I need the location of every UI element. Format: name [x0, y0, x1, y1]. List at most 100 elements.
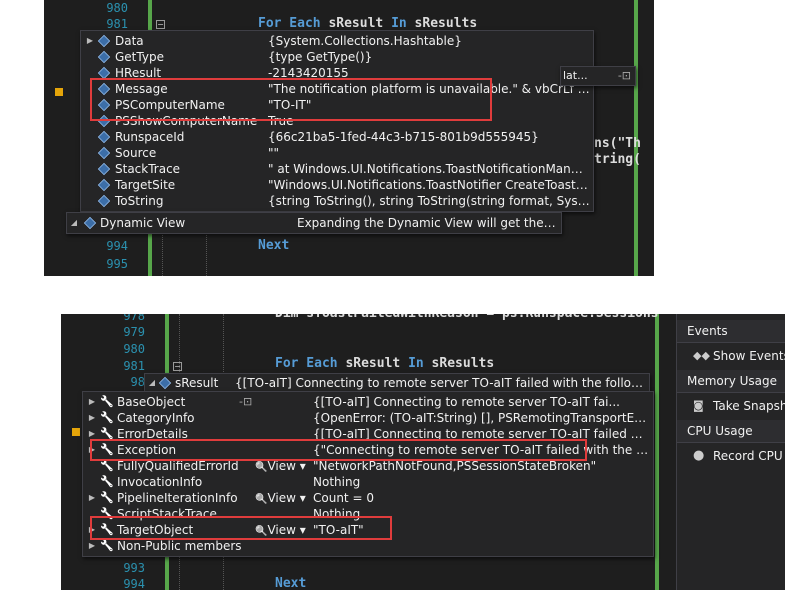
line-number: 980: [106, 1, 128, 15]
magnifier-icon: 🔍: [255, 462, 268, 473]
member-name: GetType: [115, 50, 164, 64]
member-value: Nothing: [313, 475, 361, 489]
expand-arrow-icon[interactable]: ◢: [69, 215, 79, 231]
dynamic-view-icon: [83, 216, 97, 230]
wrench-icon: 🔧: [100, 539, 114, 552]
member-name: Non-Public members: [117, 539, 242, 553]
member-name: Dynamic View: [100, 216, 186, 230]
member-value: " at Windows.UI.Notifications.ToastNotif…: [268, 162, 590, 176]
property-icon: [97, 130, 111, 144]
member-name: TargetSite: [115, 178, 176, 192]
datatip-header-sresult[interactable]: ◢ sResult {[TO-aIT] Connecting to remote…: [144, 373, 650, 393]
property-icon: [97, 162, 111, 176]
code-line-next[interactable]: Next: [275, 576, 306, 590]
expand-arrow-icon[interactable]: ▶: [87, 394, 97, 410]
view-label: View: [267, 459, 296, 473]
code-line-for-each[interactable]: For Each sResult In sResults: [275, 356, 494, 372]
record-cpu-button[interactable]: ● Record CPU P: [677, 445, 785, 467]
member-value: {[TO-aIT] Connecting to remote server TO…: [313, 395, 620, 409]
datatip-overflow: lat... -⊡: [560, 66, 636, 86]
object-icon: [158, 376, 172, 390]
member-value: {string ToString(), string ToString(stri…: [268, 194, 590, 208]
expand-arrow-icon[interactable]: ▶: [87, 490, 97, 506]
show-events-label: Show Events (: [713, 349, 785, 363]
events-header[interactable]: Events: [677, 320, 785, 343]
wrench-icon: 🔧: [100, 491, 114, 504]
variable-name: sResult: [175, 376, 219, 390]
line-number: 994: [123, 577, 145, 590]
datatip-row[interactable]: GetType {type GetType()}: [81, 49, 593, 65]
collapse-arrow-icon[interactable]: ◢: [147, 375, 157, 391]
line-number: 979: [123, 325, 145, 339]
code-line-dim[interactable]: Dim sToastFailedWithReason = ps.Runspace…: [275, 314, 659, 322]
camera-icon: ◙: [693, 399, 704, 412]
margin: [44, 240, 62, 276]
events-icon: ◆◆: [693, 349, 710, 362]
record-cpu-label: Record CPU P: [713, 449, 785, 463]
code-fragment: tring(: [594, 152, 641, 167]
datatip-row[interactable]: 🔧 InvocationInfo Nothing: [83, 474, 653, 490]
cpu-usage-header[interactable]: CPU Usage: [677, 420, 785, 443]
datatip-row[interactable]: ▶ 🔧 BaseObject {[TO-aIT] Connecting to remo…: [83, 394, 653, 410]
member-value: {OpenError: (TO-aIT:String) [], PSRemoti…: [313, 411, 649, 425]
property-icon: [97, 34, 111, 48]
line-number: 98: [130, 375, 145, 389]
wrench-icon: 🔧: [100, 395, 114, 408]
collapse-toggle-icon[interactable]: −: [173, 362, 182, 371]
datatip-row[interactable]: ▶ 🔧 Non-Public members: [83, 538, 653, 554]
member-name: ToString: [115, 194, 164, 208]
member-value: "Windows.UI.Notifications.ToastNotifier …: [268, 178, 590, 192]
variable-value: {[TO-aIT] Connecting to remote server TO…: [235, 376, 645, 390]
member-value: Count = 0: [313, 491, 374, 505]
member-name: Data: [115, 34, 144, 48]
member-value: "": [268, 146, 280, 160]
line-number: 980: [123, 342, 145, 356]
pin-icon[interactable]: -⊡: [618, 67, 631, 85]
magnifier-icon: 🔍: [255, 494, 268, 505]
expand-arrow-icon[interactable]: ▶: [87, 538, 97, 554]
datatip-row[interactable]: StackTrace " at Windows.UI.Notifications.…: [81, 161, 593, 177]
code-fragment: ns("Th: [594, 136, 641, 151]
highlight-box-targetobject: [90, 516, 392, 540]
highlight-box-message: [90, 78, 492, 121]
code-line-next[interactable]: Next: [258, 238, 289, 254]
member-name: RunspaceId: [115, 130, 185, 144]
datatip-row[interactable]: ▶ Data {System.Collections.Hashtable}: [81, 33, 593, 49]
line-number: 995: [106, 257, 128, 271]
datatip-row[interactable]: Source "": [81, 145, 593, 161]
chevron-down-icon[interactable]: ▾: [296, 491, 306, 505]
memory-usage-header[interactable]: Memory Usage: [677, 370, 785, 393]
execution-marker-icon: [72, 428, 80, 436]
pin-icon[interactable]: -⊡: [239, 394, 252, 410]
member-name: BaseObject: [117, 395, 186, 409]
datatip-row[interactable]: ▶ 🔧 PipelineIterationInfo 🔍View ▾ Count = 0: [83, 490, 653, 506]
member-name: Source: [115, 146, 157, 160]
datatip-row[interactable]: TargetSite "Windows.UI.Notifications.Toas…: [81, 177, 593, 193]
expand-arrow-icon[interactable]: ▶: [85, 33, 95, 49]
view-label: View: [267, 491, 296, 505]
member-value: {System.Collections.Hashtable}: [268, 34, 462, 48]
dynamic-view-row[interactable]: ◢ Dynamic View Expanding the Dynamic Vie…: [66, 212, 562, 234]
datatip-row[interactable]: RunspaceId {66c21ba5-1fed-44c3-b715-801b9…: [81, 129, 593, 145]
member-value: {type GetType()}: [268, 50, 373, 64]
wrench-icon: 🔧: [100, 475, 114, 488]
member-value: {66c21ba5-1fed-44c3-b715-801b9d555945}: [268, 130, 539, 144]
diagnostic-tools-panel: Events ◆◆ Show Events ( Memory Usage ◙ T…: [676, 314, 785, 590]
show-events-button[interactable]: ◆◆ Show Events (: [677, 345, 785, 367]
member-value: Expanding the Dynamic View will get the …: [297, 216, 559, 230]
datatip-row[interactable]: ▶ 🔧 CategoryInfo {OpenError: (TO-aIT:String…: [83, 410, 653, 426]
line-number: 981: [123, 359, 145, 373]
take-snapshot-label: Take Snapsho: [713, 399, 785, 413]
datatip-row[interactable]: ToString {string ToString(), string ToStr…: [81, 193, 593, 209]
execution-marker-icon: [55, 88, 63, 96]
member-name: StackTrace: [115, 162, 181, 176]
expand-arrow-icon[interactable]: ▶: [87, 410, 97, 426]
datatip-exception[interactable]: ▶ Data {System.Collections.Hashtable} GetTy…: [80, 30, 594, 212]
take-snapshot-button[interactable]: ◙ Take Snapsho: [677, 395, 785, 417]
property-icon: [97, 50, 111, 64]
chevron-down-icon[interactable]: ▾: [296, 459, 306, 473]
member-name: PipelineIterationInfo: [117, 491, 238, 505]
member-name: InvocationInfo: [117, 475, 203, 489]
record-icon: ●: [693, 448, 705, 463]
collapse-toggle-icon[interactable]: −: [156, 20, 165, 29]
